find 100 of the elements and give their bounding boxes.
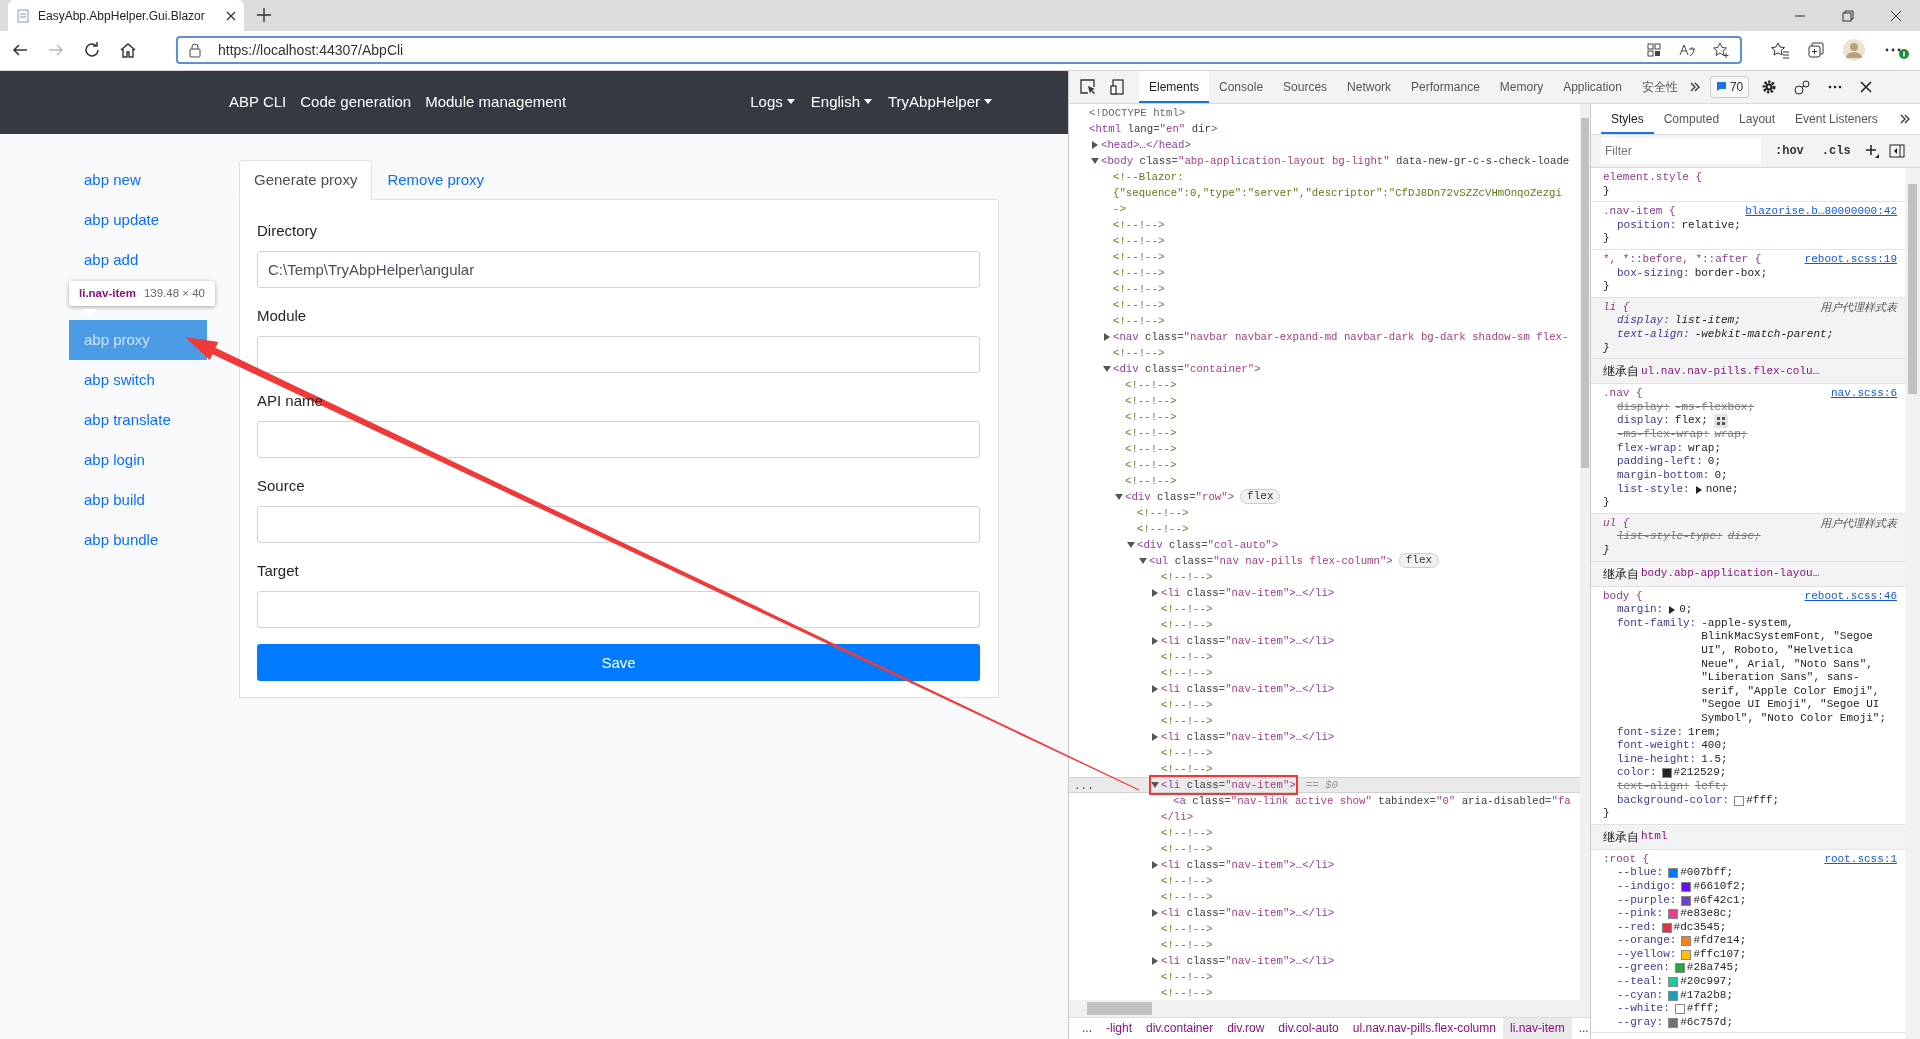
css-property-name[interactable]: background-color: bbox=[1617, 793, 1730, 808]
input-field[interactable]: C:\Temp\TryAbpHelper\angular bbox=[257, 251, 980, 289]
dom-node[interactable]: <!DOCTYPE html> bbox=[1089, 104, 1186, 121]
css-selector[interactable]: *, *::before, *::after { bbox=[1603, 252, 1762, 267]
dom-node[interactable]: <li class="nav-item">…</li> bbox=[1161, 680, 1335, 697]
source-link[interactable]: reboot.scss:46 bbox=[1804, 589, 1897, 604]
dom-node[interactable]: <!--!--> bbox=[1113, 248, 1165, 265]
breadcrumb[interactable]: div.col-auto bbox=[1271, 1018, 1346, 1039]
color-swatch[interactable] bbox=[1661, 768, 1672, 779]
expanded-triangle-icon[interactable] bbox=[1091, 156, 1099, 165]
css-property-name[interactable]: color: bbox=[1617, 766, 1657, 780]
add-icon[interactable] bbox=[1864, 143, 1879, 158]
dom-node[interactable]: <li class="nav-item">…</li> bbox=[1161, 584, 1335, 601]
close-icon[interactable] bbox=[226, 10, 236, 21]
expand-triangle-icon[interactable] bbox=[1694, 485, 1703, 494]
flex-badge[interactable]: flex bbox=[1240, 489, 1281, 505]
dom-node[interactable]: <!--!--> bbox=[1113, 232, 1165, 249]
sidebar-item[interactable]: abp login bbox=[69, 439, 207, 480]
color-swatch[interactable] bbox=[1674, 963, 1685, 974]
css-property-name[interactable]: box-sizing: bbox=[1617, 266, 1690, 281]
color-swatch[interactable] bbox=[1661, 922, 1672, 933]
css-property-value[interactable]: #20c997; bbox=[1680, 975, 1734, 989]
scrollbar[interactable] bbox=[1905, 167, 1920, 1039]
input-field[interactable] bbox=[257, 421, 980, 459]
dom-node[interactable]: <body class="abp-application-layout bg-light" data-new-gr-c-s-check-loade bbox=[1101, 152, 1570, 169]
devtools-tab[interactable]: Memory bbox=[1489, 70, 1554, 103]
dom-node[interactable]: <!--!--> bbox=[1125, 424, 1177, 441]
expanded-triangle-icon[interactable] bbox=[1103, 364, 1111, 373]
css-property-name[interactable]: padding-left: bbox=[1617, 455, 1703, 470]
devtools-tab[interactable]: Elements bbox=[1139, 70, 1210, 103]
tab[interactable]: Generate proxy bbox=[239, 159, 373, 201]
css-selector[interactable]: ul { bbox=[1603, 516, 1630, 531]
dom-node[interactable]: <!--!--> bbox=[1113, 296, 1165, 313]
devtools-tab[interactable]: Performance bbox=[1401, 70, 1490, 103]
nav-link[interactable]: Module management bbox=[425, 91, 567, 114]
devtools-tab[interactable]: Application bbox=[1553, 70, 1632, 103]
scrollbar-thumb[interactable] bbox=[1581, 117, 1589, 468]
connect-icon[interactable] bbox=[1793, 78, 1812, 95]
css-property-name[interactable]: flex-wrap: bbox=[1617, 441, 1683, 456]
address-bar[interactable]: https://localhost:44307/AbpCli bbox=[176, 36, 1742, 65]
css-property-name[interactable]: --cyan: bbox=[1617, 988, 1664, 1003]
source-link[interactable]: blazorise.b…80000000:42 bbox=[1745, 205, 1897, 219]
css-property-name[interactable]: display: bbox=[1617, 314, 1670, 328]
dom-node[interactable]: <!--!--> bbox=[1125, 456, 1177, 473]
dom-node[interactable]: <li class="nav-item">…</li> bbox=[1161, 904, 1335, 921]
collapsed-triangle-icon[interactable] bbox=[1151, 956, 1159, 965]
css-selector[interactable]: element.style { bbox=[1603, 170, 1703, 185]
flex-badge[interactable]: flex bbox=[1398, 553, 1440, 569]
css-property-value[interactable]: #ffc107; bbox=[1693, 947, 1747, 962]
css-selector[interactable]: :root { bbox=[1603, 852, 1650, 867]
breadcrumb[interactable]: div.container bbox=[1139, 1018, 1221, 1039]
devtools-tab[interactable]: Sources bbox=[1273, 70, 1338, 103]
dom-node[interactable]: <a class="nav-link active show" tabindex="0" aria-disabled="fa bbox=[1173, 792, 1571, 809]
css-property-name[interactable]: -ms-flex-wrap: bbox=[1617, 428, 1710, 442]
expanded-triangle-icon[interactable] bbox=[1151, 780, 1159, 789]
css-property-name[interactable]: --orange: bbox=[1617, 934, 1677, 948]
dom-node[interactable]: <li class="nav-item">…</li> bbox=[1161, 856, 1335, 873]
color-swatch[interactable] bbox=[1734, 795, 1745, 806]
source-link[interactable]: nav.scss:6 bbox=[1831, 387, 1897, 401]
dom-node[interactable]: <!--!--> bbox=[1161, 600, 1213, 617]
dom-node[interactable]: <!--!--> bbox=[1161, 888, 1213, 905]
dom-node[interactable]: <li class="nav-item"> bbox=[1161, 776, 1296, 793]
device-icon[interactable] bbox=[1109, 77, 1127, 96]
inspect-icon[interactable] bbox=[1079, 77, 1097, 96]
input-field[interactable] bbox=[257, 591, 980, 629]
css-selector[interactable]: body { bbox=[1603, 589, 1643, 604]
css-property-value[interactable]: #6c757d; bbox=[1680, 1015, 1734, 1030]
dom-node[interactable]: <!--!--> bbox=[1125, 440, 1177, 457]
css-property-value[interactable]: #212529; bbox=[1673, 766, 1727, 780]
dom-node[interactable]: <ul class="nav nav-pills flex-column"> bbox=[1149, 552, 1393, 569]
color-swatch[interactable] bbox=[1681, 895, 1692, 906]
css-property-value[interactable]: 0; bbox=[1679, 603, 1693, 617]
nav-dropdown[interactable]: TryAbpHelper bbox=[888, 91, 992, 114]
color-swatch[interactable] bbox=[1674, 1004, 1685, 1015]
css-property-name[interactable]: list-style: bbox=[1617, 482, 1690, 497]
css-property-value[interactable]: #6f42c1; bbox=[1693, 893, 1747, 908]
nav-dropdown[interactable]: English bbox=[810, 91, 872, 114]
settings-icon[interactable] bbox=[1761, 78, 1778, 95]
dom-node[interactable]: {"sequence":0,"type":"server","descriptor":"CfDJ8Dn72vSZZcVHmOnqoZezgi bbox=[1113, 184, 1562, 201]
css-property-name[interactable]: position: bbox=[1617, 218, 1677, 233]
devtools-tab[interactable]: Network bbox=[1337, 70, 1402, 103]
expanded-triangle-icon[interactable] bbox=[1139, 556, 1147, 565]
styles-tab[interactable]: Layout bbox=[1729, 103, 1786, 134]
breadcrumb[interactable]: li.nav-item bbox=[1502, 1018, 1572, 1039]
styles-tab[interactable]: Event Listeners bbox=[1785, 103, 1888, 134]
css-property-name[interactable]: display: bbox=[1617, 414, 1670, 428]
flexbox-editor-icon[interactable] bbox=[1713, 414, 1728, 429]
collapsed-triangle-icon[interactable] bbox=[1103, 332, 1111, 341]
css-property-name[interactable]: font-weight: bbox=[1617, 739, 1697, 753]
nav-link[interactable]: Code generation bbox=[300, 91, 412, 114]
css-property-name[interactable]: --indigo: bbox=[1617, 879, 1677, 894]
browser-tab[interactable]: EasyAbp.AbpHelper.Gui.Blazor bbox=[8, 0, 244, 31]
dom-node[interactable]: <!--!--> bbox=[1113, 280, 1165, 297]
css-property-name[interactable]: --purple: bbox=[1617, 893, 1677, 908]
css-property-value[interactable]: -webkit-match-parent; bbox=[1694, 327, 1834, 342]
scrollbar-thumb[interactable] bbox=[1087, 1002, 1152, 1015]
dom-node[interactable]: <!--!--> bbox=[1161, 936, 1213, 953]
sidebar-item[interactable]: abp switch bbox=[69, 359, 207, 400]
tab[interactable]: Remove proxy bbox=[372, 159, 500, 201]
css-property-name[interactable]: line-height: bbox=[1617, 752, 1697, 767]
